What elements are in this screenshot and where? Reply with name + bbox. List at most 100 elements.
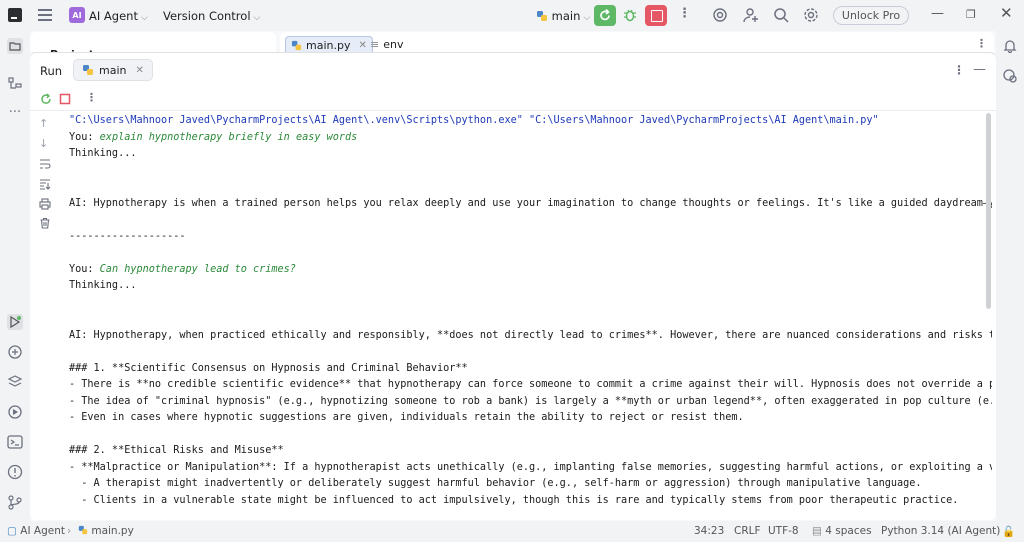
problems-icon[interactable] [7, 464, 23, 480]
python-interpreter[interactable]: Python 3.14 (AI Agent) [881, 525, 1000, 537]
console-line: ### 1. **Scientific Consensus on Hypnosi… [69, 362, 468, 376]
hide-panel-icon[interactable]: — [973, 62, 986, 77]
notifications-bell-icon[interactable] [1002, 38, 1018, 54]
chevron-down-icon: ⌵ [253, 13, 261, 23]
python-packages-icon[interactable] [7, 344, 23, 360]
output-text: ### 2. **Ethical Risks and Misuse** [69, 445, 284, 456]
console-line: ### 2. **Ethical Risks and Misuse** [69, 444, 284, 458]
stop-button[interactable] [645, 5, 667, 26]
console-line: - Clients in a vulnerable state might be… [69, 494, 958, 508]
search-icon[interactable] [773, 7, 789, 23]
indent-setting[interactable]: ▤ 4 spaces [812, 525, 872, 537]
unlock-pro-button[interactable]: Unlock Pro [833, 6, 909, 25]
python-file-icon [78, 525, 88, 535]
breadcrumb-project-label: AI Agent [20, 525, 65, 537]
restore-window-icon[interactable]: ❐ [966, 8, 976, 21]
indent-icon: ▤ [812, 525, 822, 537]
console-line: - Even in cases where hypnotic suggestio… [69, 411, 744, 425]
run-options-icon[interactable]: ⋮ [953, 63, 965, 77]
ai-chat-icon[interactable] [1002, 68, 1018, 84]
soft-wrap-icon[interactable] [39, 158, 51, 170]
project-folder-icon[interactable] [7, 38, 23, 54]
console-line: ------------------- [69, 230, 186, 244]
console-line: You: explain hypnotherapy briefly in eas… [69, 131, 357, 145]
ai-assistant-icon[interactable] [712, 7, 728, 23]
user-input-text: Can hypnotherapy lead to crimes? [99, 263, 296, 275]
indent-label: 4 spaces [825, 525, 872, 537]
run-tool-icon[interactable] [7, 314, 23, 330]
output-text: - The idea of "criminal hypnosis" (e.g.,… [69, 395, 992, 407]
services-icon[interactable] [7, 404, 23, 420]
project-selector[interactable]: AI Agent ⌵ [89, 9, 148, 23]
main-menu-icon[interactable] [38, 9, 52, 21]
console-side-toolbar: ↑ ↓ [30, 111, 60, 511]
rerun-button[interactable] [594, 5, 616, 26]
version-control-label: Version Control [163, 9, 251, 23]
console-line: - **Malpractice or Manipulation**: If a … [69, 461, 992, 475]
arrow-down-icon[interactable]: ↓ [39, 138, 51, 150]
left-tool-strip: ··· [0, 31, 30, 521]
console-output[interactable]: "C:\Users\Mahnoor Javed\PycharmProjects\… [68, 113, 992, 511]
editor-tabs: main.py ✕ ≡ env ⋮ [280, 32, 994, 55]
output-text: - A therapist might inadvertently or del… [69, 478, 922, 489]
output-text: ### 1. **Scientific Consensus on Hypnosi… [69, 362, 468, 374]
breadcrumb-project[interactable]: ▢ AI Agent [7, 525, 65, 537]
close-tab-icon[interactable]: ✕ [358, 40, 366, 51]
editor-more-icon[interactable]: ⋮ [976, 37, 987, 50]
console-line: Thinking... [69, 279, 136, 293]
run-config-selector[interactable]: main ⌵ [536, 9, 590, 23]
debug-icon[interactable] [622, 7, 638, 23]
add-user-icon[interactable] [743, 7, 759, 23]
arrow-up-icon[interactable]: ↑ [39, 118, 51, 130]
output-text: AI: Hypnotherapy is when a trained perso… [69, 197, 992, 209]
python-icon [537, 11, 547, 21]
git-icon[interactable] [7, 494, 23, 510]
output-text: Thinking... [69, 148, 137, 159]
minimize-window-icon[interactable]: — [931, 6, 944, 21]
prompt-prefix: You: [69, 263, 100, 275]
rerun-icon[interactable] [40, 93, 52, 105]
more-actions-icon[interactable]: ⋮ [678, 7, 691, 20]
run-toolbar-more-icon[interactable]: ⋮ [86, 91, 97, 104]
more-tools-icon[interactable]: ··· [7, 105, 23, 121]
console-line: "C:\Users\Mahnoor Javed\PycharmProjects\… [69, 114, 879, 128]
terminal-icon[interactable] [7, 434, 23, 450]
prompt-prefix: You: [69, 131, 100, 143]
close-tab-icon[interactable]: ✕ [135, 65, 143, 76]
editor-tab-label: main.py [306, 39, 351, 52]
console-scrollbar[interactable] [986, 113, 991, 309]
title-bar: AI AI Agent ⌵ Version Control ⌵ main ⌵ ⋮ Un… [0, 0, 1024, 31]
chevron-down-icon: ⌵ [140, 13, 148, 23]
stop-icon[interactable] [59, 93, 71, 105]
user-input-text: explain hypnotherapy briefly in easy wor… [99, 131, 358, 143]
line-separator[interactable]: CRLF [734, 525, 761, 537]
breadcrumb-file[interactable]: main.py [78, 525, 134, 537]
version-control-menu[interactable]: Version Control ⌵ [163, 9, 260, 23]
scroll-to-end-icon[interactable] [39, 178, 51, 190]
console-line: You: Can hypnotherapy lead to crimes? [69, 263, 296, 277]
output-text: ------------------- [69, 230, 186, 242]
print-icon[interactable] [39, 198, 51, 210]
structure-icon[interactable] [7, 76, 23, 92]
editor-tab-label: env [383, 38, 404, 51]
file-encoding[interactable]: UTF-8 [768, 525, 799, 537]
lock-icon[interactable]: 🔓 [1002, 525, 1015, 538]
run-panel-header: Run main ✕ ⋮ — [30, 53, 996, 87]
caret-position[interactable]: 34:23 [694, 525, 724, 537]
output-text: - There is **no credible scientific evid… [69, 379, 992, 390]
console-line: - A therapist might inadvertently or del… [69, 477, 922, 491]
pycharm-logo-icon[interactable] [8, 8, 22, 22]
output-text: AI: Hypnotherapy, when practiced ethical… [69, 329, 992, 341]
settings-gear-icon[interactable] [803, 7, 819, 23]
clear-trash-icon[interactable] [39, 217, 51, 229]
breadcrumb-separator: › [67, 525, 72, 537]
run-tab-main[interactable]: main ✕ [73, 59, 153, 81]
close-window-icon[interactable]: ✕ [1000, 4, 1013, 22]
layers-icon[interactable] [7, 374, 23, 390]
editor-tab-env[interactable]: ≡ env [370, 38, 403, 51]
project-panel-header[interactable]: Project⌵ [30, 32, 276, 61]
output-text: - Even in cases where hypnotic suggestio… [69, 412, 744, 423]
chevron-down-icon: ⌵ [583, 13, 591, 23]
console-line: AI: Hypnotherapy is when a trained perso… [69, 197, 992, 211]
project-name: AI Agent [89, 9, 138, 23]
